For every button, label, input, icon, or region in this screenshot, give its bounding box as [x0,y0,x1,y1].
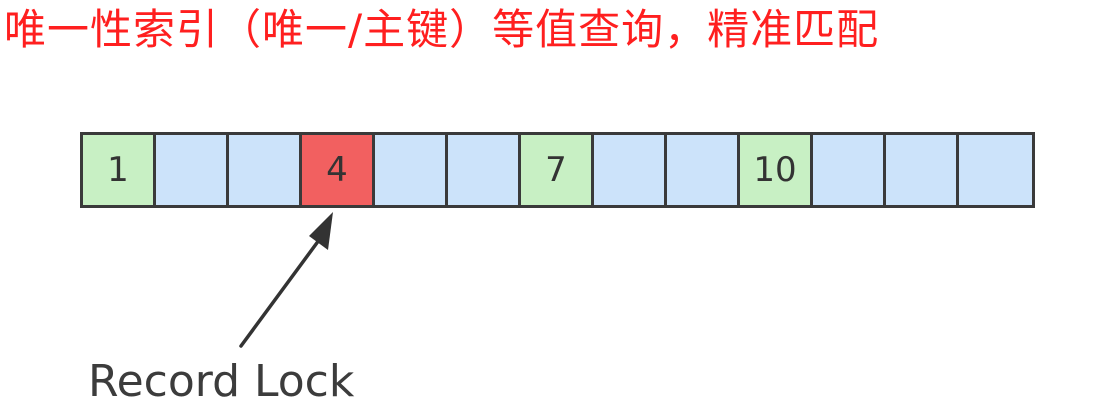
record-cell-empty-5 [448,135,521,205]
record-cell-empty-1 [156,135,229,205]
record-cell-empty-12 [959,135,1032,205]
record-cell-empty-11 [886,135,959,205]
record-lock-label: Record Lock [88,356,355,407]
record-cell-empty-10 [813,135,886,205]
record-cell-4: 4 [302,135,375,205]
diagram-title: 唯一性索引（唯一/主键）等值查询，精准匹配 [4,5,880,54]
record-cell-empty-4 [375,135,448,205]
arrow-shaft [239,234,324,348]
record-cell-empty-7 [594,135,667,205]
record-cell-10: 10 [740,135,813,205]
record-cell-empty-2 [229,135,302,205]
record-cell-7: 7 [521,135,594,205]
index-record-row: 1 4 7 10 [80,132,1035,208]
record-cell-1: 1 [83,135,156,205]
arrow-head [309,212,333,250]
record-cell-empty-8 [667,135,740,205]
